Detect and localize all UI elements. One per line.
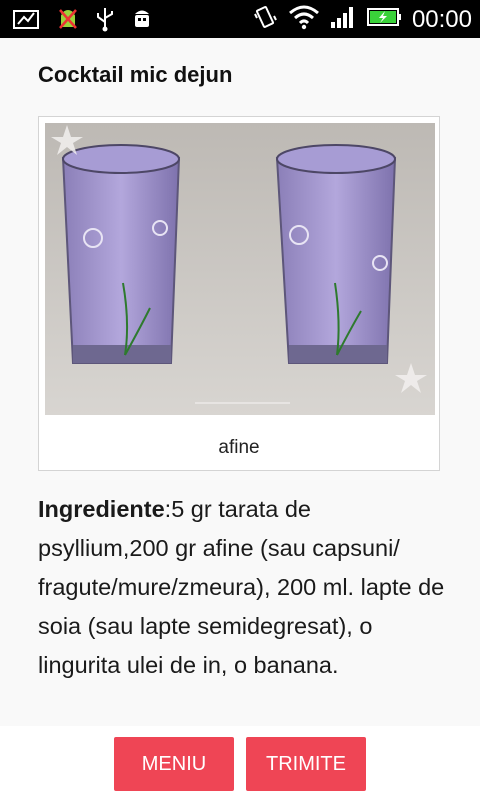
page-title: Cocktail mic dejun: [38, 62, 233, 87]
system-icons: 00:00: [252, 4, 472, 35]
ingredients-text: :5 gr tarata de psyllium,200 gr afine (s…: [38, 496, 445, 678]
image-caption: afine: [218, 437, 260, 458]
battery-charging-icon: [366, 4, 402, 35]
notification-icons: [12, 6, 154, 37]
status-bar: 00:00: [0, 0, 480, 38]
wifi-icon: [288, 4, 320, 35]
image-figure: afine: [38, 116, 440, 471]
bottom-button-bar: MENIU TRIMITE: [0, 726, 480, 800]
send-button[interactable]: TRIMITE: [246, 737, 366, 791]
android-debug-icon: [56, 6, 80, 37]
clock: 00:00: [411, 5, 472, 33]
ingredients-label: Ingrediente: [38, 496, 165, 522]
smoothie-photo[interactable]: [45, 123, 435, 415]
menu-button[interactable]: MENIU: [114, 737, 234, 791]
android-icon: [130, 6, 154, 37]
signal-icon: [330, 4, 356, 35]
screenshot-icon: [12, 7, 42, 36]
usb-icon: [94, 6, 116, 37]
ingredients-paragraph: Ingrediente:5 gr tarata de psyllium,200 …: [38, 490, 448, 685]
vibrate-icon: [252, 4, 278, 35]
